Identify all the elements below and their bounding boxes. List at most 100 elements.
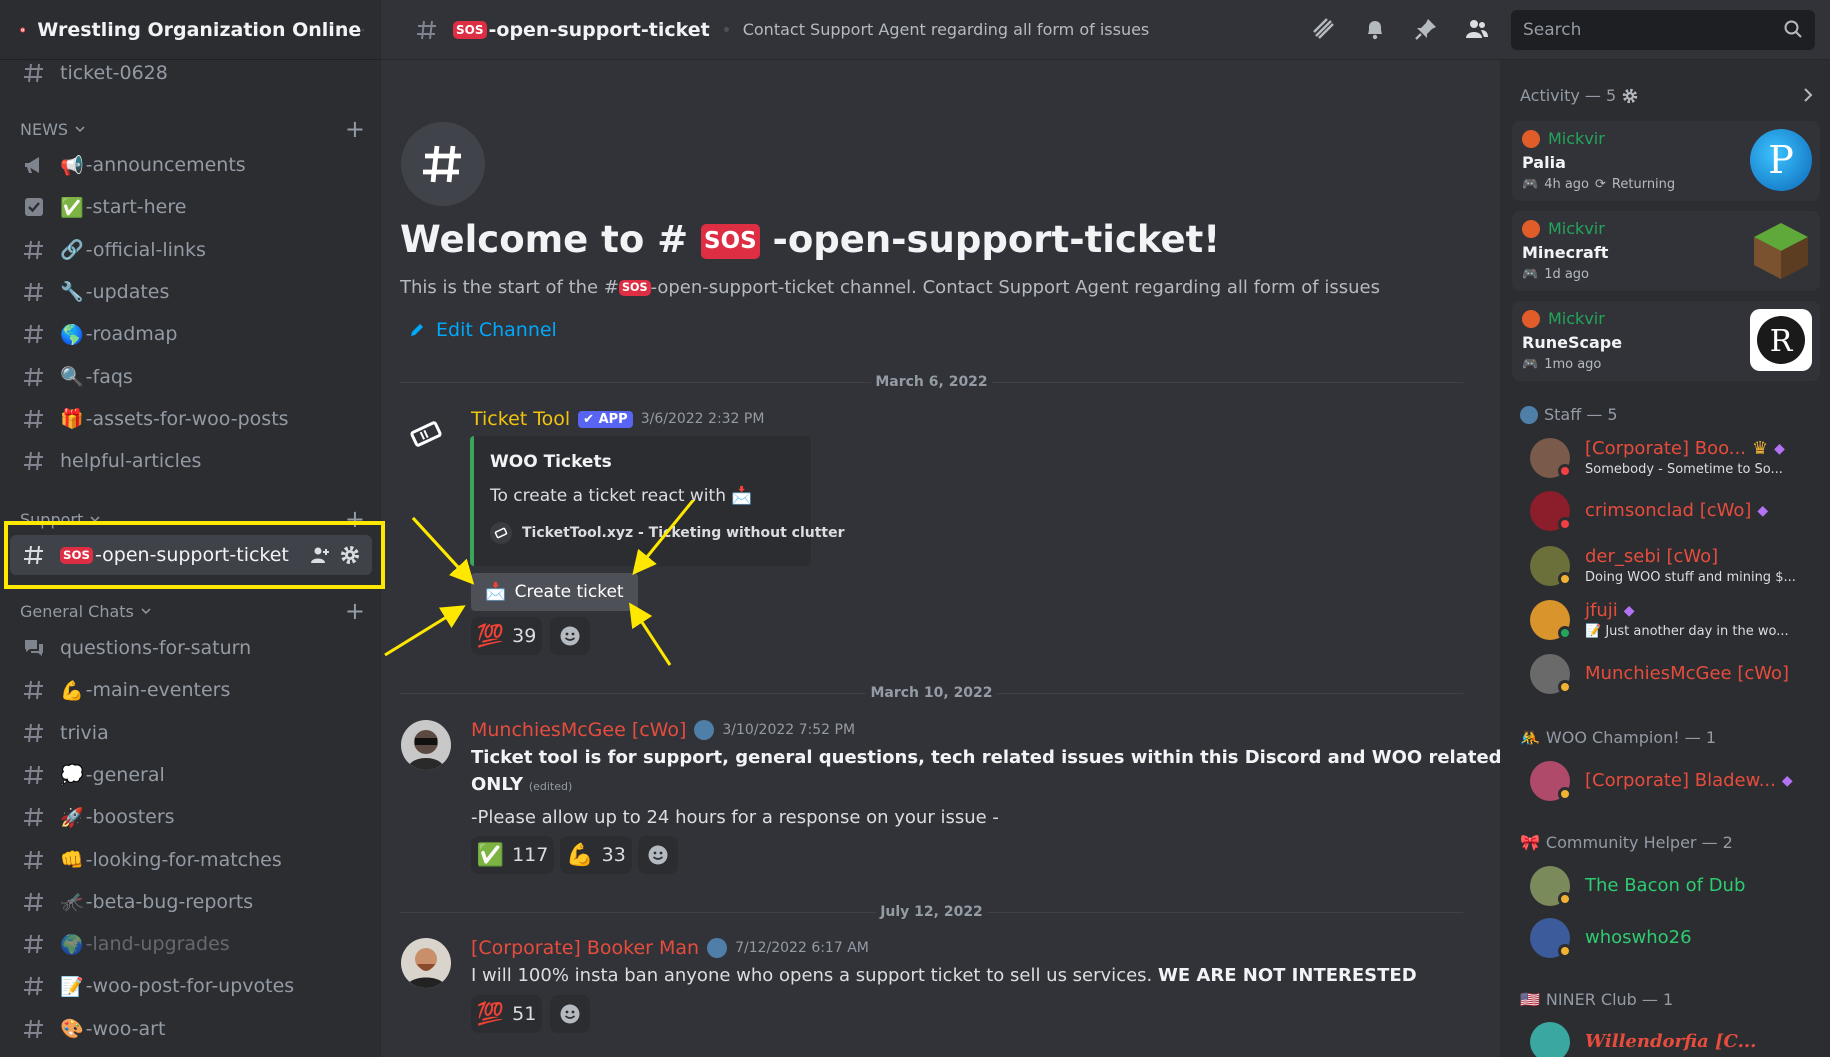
member-item[interactable]: Willendorfia [C... (1530, 1018, 1820, 1057)
avatar (1522, 219, 1540, 238)
channel-emoji: 🔍 (60, 366, 84, 388)
channel-woo-post-for-upvotes[interactable]: 📝 -woo-post-for-upvotes (10, 966, 372, 1006)
avatar[interactable] (401, 938, 451, 988)
channel-label: -woo-art (85, 1017, 166, 1040)
search-icon[interactable] (1783, 19, 1803, 39)
channel-general[interactable]: 💭 -general (10, 755, 372, 795)
avatar[interactable] (401, 720, 451, 770)
envelope-icon: 📩 (731, 486, 753, 506)
activity-card[interactable]: Mickvir RuneScape 🎮 1mo ago R (1512, 301, 1820, 381)
member-item[interactable]: der_sebi [cWo] Doing WOO stuff and minin… (1530, 542, 1820, 588)
channel-label: -roadmap (85, 323, 178, 346)
channel-beta-bug-reports[interactable]: 🦟 -beta-bug-reports (10, 882, 372, 922)
edit-channel-link[interactable]: Edit Channel (408, 319, 557, 341)
channel-questions-for-saturn[interactable]: questions-for-saturn (10, 628, 372, 668)
channel-main-eventers[interactable]: 💪 -main-eventers (10, 670, 372, 710)
pin-icon[interactable] (1413, 16, 1439, 42)
member-item[interactable]: MunchiesMcGee [cWo] (1530, 650, 1820, 696)
channel-official-links[interactable]: 🔗 -official-links (10, 230, 372, 270)
member-item[interactable]: The Bacon of Dub (1530, 862, 1820, 908)
add-channel-icon[interactable]: + (345, 599, 365, 623)
activity-card[interactable]: Mickvir Minecraft 🎮 1d ago (1512, 211, 1820, 291)
member-item[interactable]: [Corporate] Bladew... ◆ (1530, 757, 1820, 803)
members-icon[interactable] (1464, 16, 1490, 42)
reaction-check[interactable]: ✅ 117 (471, 836, 554, 874)
sos-emoji: SOS (453, 20, 487, 39)
message-header: MunchiesMcGee [cWo] 3/10/2022 7:52 PM (471, 719, 855, 741)
member-item[interactable]: [Corporate] Boo... ♛ ◆ Somebody - Sometime… (1530, 434, 1820, 480)
hash-icon (24, 63, 43, 83)
role-group-header: Staff — 5 (1520, 405, 1618, 424)
reaction-100[interactable]: 💯 51 (471, 995, 542, 1033)
channel-assets-for-woo-posts[interactable]: 🎁 -assets-for-woo-posts (10, 399, 372, 439)
channel-label: -faqs (85, 365, 133, 388)
channel-ticket-0628[interactable]: ticket-0628 (10, 53, 372, 93)
channel-announcements[interactable]: 📢 -announcements (10, 145, 372, 185)
timestamp: 7/12/2022 6:17 AM (735, 940, 869, 956)
member-list-panel: Activity — 5 Mickvir Palia 🎮 4h ago ⟳ Re… (1500, 60, 1830, 1057)
chevron-right-icon[interactable] (1800, 87, 1816, 103)
message-header: [Corporate] Booker Man 7/12/2022 6:17 AM (471, 937, 869, 959)
message-text: Ticket tool is for support, general ques… (471, 747, 1572, 768)
channel-trivia[interactable]: trivia (10, 713, 372, 753)
channel-emoji: 👊 (60, 849, 84, 871)
reaction-muscle[interactable]: 💪 33 (560, 836, 632, 874)
channel-emoji: 📢 (60, 154, 84, 177)
hash-icon (24, 765, 43, 785)
status-online (1558, 626, 1572, 640)
chevron-down-icon[interactable] (361, 21, 365, 39)
add-reaction-button[interactable] (550, 995, 590, 1033)
hash-icon (417, 20, 436, 39)
channel-woo-art[interactable]: 🎨 -woo-art (10, 1009, 372, 1049)
date-divider: March 6, 2022 (400, 372, 1463, 392)
gamepad-icon: 🎮 (1522, 357, 1539, 372)
smiley-icon (560, 1004, 580, 1024)
channel-boosters[interactable]: 🚀 -boosters (10, 797, 372, 837)
member-item[interactable]: whoswho26 (1530, 914, 1820, 960)
gear-icon[interactable] (1622, 88, 1638, 104)
hash-icon (24, 977, 43, 996)
channel-looking-for-matches[interactable]: 👊 -looking-for-matches (10, 840, 372, 880)
channel-emoji: 🦟 (60, 891, 84, 914)
channel-label: -land-upgrades (85, 933, 230, 956)
role-icon (694, 720, 715, 740)
avatar[interactable] (401, 409, 451, 459)
add-reaction-button[interactable] (638, 836, 678, 874)
channel-start-here[interactable]: ✅ -start-here (10, 187, 372, 227)
add-channel-icon[interactable]: + (345, 117, 365, 141)
message-text: -Please allow up to 24 hours for a respo… (471, 807, 999, 828)
channel-roadmap[interactable]: 🌎 -roadmap (10, 314, 372, 354)
channel-title: -open-support-ticket (488, 18, 710, 41)
category-general-chats[interactable]: General Chats + (20, 599, 365, 623)
channel-label: -woo-post-for-upvotes (85, 975, 295, 998)
activity-card[interactable]: Mickvir Palia 🎮 4h ago ⟳ Returning P (1512, 121, 1820, 201)
channel-helpful-articles[interactable]: helpful-articles (10, 441, 372, 481)
channel-updates[interactable]: 🔧 -updates (10, 272, 372, 312)
server-header[interactable]: Wrestling Organization Online (0, 0, 381, 60)
message-text: I will 100% insta ban anyone who opens a… (471, 965, 1417, 986)
status-dnd (1558, 517, 1572, 531)
smiley-icon (648, 845, 668, 865)
hash-icon (24, 808, 43, 827)
channel-land-upgrades[interactable]: 🌍 -land-upgrades (10, 924, 372, 964)
username[interactable]: [Corporate] Booker Man (471, 937, 699, 959)
threads-icon[interactable] (1311, 16, 1337, 42)
channel-faqs[interactable]: 🔍 -faqs (10, 357, 372, 397)
member-item[interactable]: crimsonclad [cWo] ◆ (1530, 487, 1820, 533)
boost-icon: ◆ (1774, 440, 1785, 457)
avatar (1522, 129, 1540, 148)
ticket-tool-logo-icon (410, 421, 442, 447)
category-news[interactable]: NEWS + (20, 117, 365, 141)
status-idle (1558, 572, 1572, 586)
welcome-title: Welcome to # SOS -open-support-ticket! (400, 218, 1221, 261)
username[interactable]: Ticket Tool (471, 408, 570, 430)
member-item[interactable]: jfuji ◆ 📝 Just another day in the wo... (1530, 596, 1820, 642)
channel-topic[interactable]: Contact Support Agent regarding all form… (743, 20, 1150, 39)
bell-icon[interactable] (1362, 16, 1388, 42)
channel-label: -start-here (85, 196, 187, 219)
message-text: ONLY (edited) (471, 774, 573, 795)
username[interactable]: MunchiesMcGee [cWo] (471, 719, 686, 741)
search-input[interactable] (1511, 10, 1815, 50)
hash-icon (24, 282, 43, 302)
channel-label: -beta-bug-reports (85, 890, 254, 913)
